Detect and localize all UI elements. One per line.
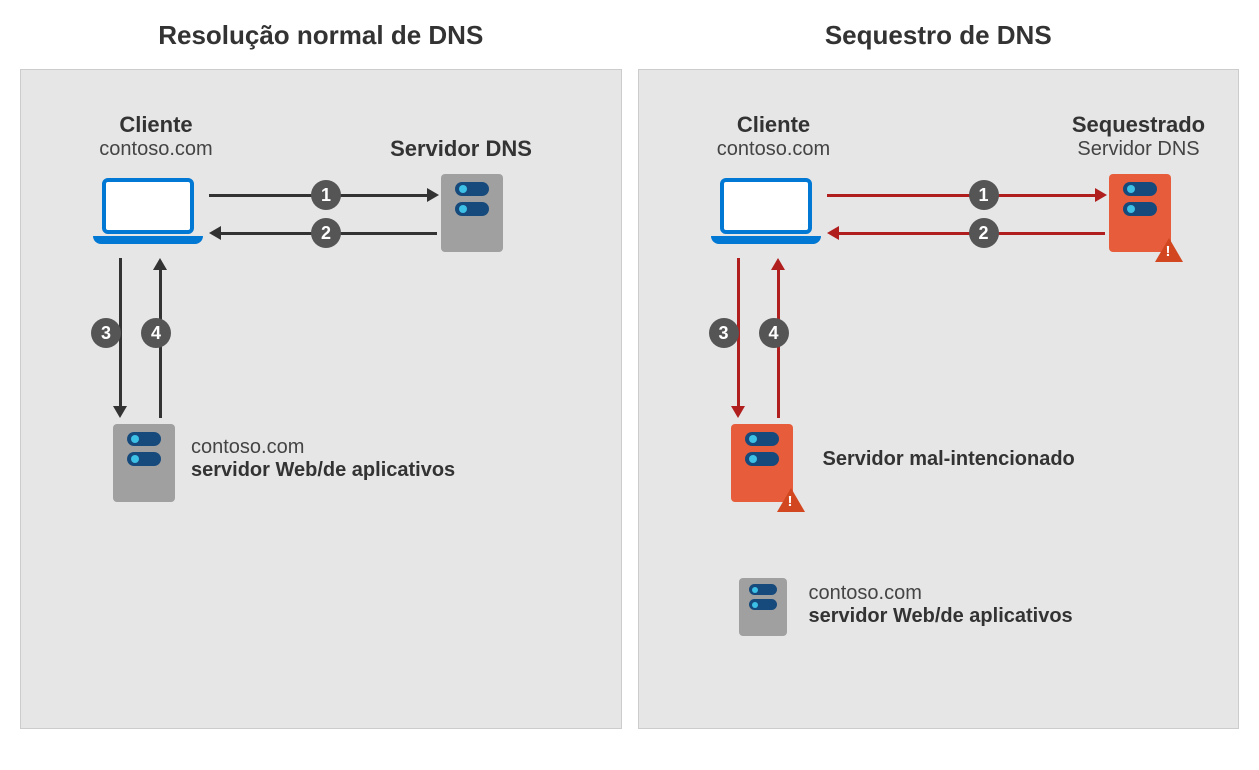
warning-icon-server [777, 488, 805, 512]
real-web-server-icon [739, 578, 787, 636]
dns-server-icon [441, 174, 503, 252]
client-label-sub: contoso.com [76, 138, 236, 161]
panel-hijack-wrap: Sequestro de DNS Cliente contoso.com Seq… [638, 20, 1240, 729]
client-label-r: Cliente contoso.com [694, 112, 854, 161]
web-server-l2: servidor Web/de aplicativos [191, 459, 455, 482]
real-web-l1: contoso.com [809, 582, 1073, 605]
dns-label-r-bold: Sequestrado [1039, 112, 1239, 138]
panel-normal: Cliente contoso.com Servidor DNS 1 2 3 [20, 69, 622, 729]
diagram-container: Resolução normal de DNS Cliente contoso.… [0, 0, 1259, 749]
step-badge-3: 3 [91, 318, 121, 348]
arrow-2-head [209, 226, 221, 240]
dns-label-r-sub: Servidor DNS [1039, 138, 1239, 161]
step-badge-1: 1 [311, 180, 341, 210]
step-badge-4: 4 [141, 318, 171, 348]
web-server-icon [113, 424, 175, 502]
step-badge-2r: 2 [969, 218, 999, 248]
real-web-server-label: contoso.com servidor Web/de aplicativos [809, 582, 1073, 628]
dns-label-text: Servidor DNS [361, 136, 561, 162]
arrow-1r-head [1095, 188, 1107, 202]
arrow-1r-line [827, 194, 1097, 197]
arrow-1-head [427, 188, 439, 202]
arrow-4r-head [771, 258, 785, 270]
malicious-server-label: Servidor mal-intencionado [823, 448, 1075, 471]
malicious-server-text: Servidor mal-intencionado [823, 448, 1075, 471]
laptop-icon-r [711, 178, 821, 248]
dns-label-r: Sequestrado Servidor DNS [1039, 112, 1239, 161]
arrow-3-head [113, 406, 127, 418]
client-label: Cliente contoso.com [76, 112, 236, 161]
client-label-bold: Cliente [76, 112, 236, 138]
web-server-label: contoso.com servidor Web/de aplicativos [191, 436, 455, 482]
step-badge-2: 2 [311, 218, 341, 248]
laptop-icon [93, 178, 203, 248]
panel-hijack-title: Sequestro de DNS [825, 20, 1052, 51]
panel-normal-wrap: Resolução normal de DNS Cliente contoso.… [20, 20, 622, 729]
client-label-r-sub: contoso.com [694, 138, 854, 161]
step-badge-3r: 3 [709, 318, 739, 348]
panel-normal-title: Resolução normal de DNS [158, 20, 483, 51]
step-badge-1r: 1 [969, 180, 999, 210]
arrow-3r-head [731, 406, 745, 418]
arrow-4-head [153, 258, 167, 270]
panel-hijack: Cliente contoso.com Sequestrado Servidor… [638, 69, 1240, 729]
real-web-l2: servidor Web/de aplicativos [809, 605, 1073, 628]
warning-icon-dns [1155, 238, 1183, 262]
web-server-l1: contoso.com [191, 436, 455, 459]
step-badge-4r: 4 [759, 318, 789, 348]
client-label-r-bold: Cliente [694, 112, 854, 138]
arrow-2r-head [827, 226, 839, 240]
dns-label: Servidor DNS [361, 136, 561, 162]
